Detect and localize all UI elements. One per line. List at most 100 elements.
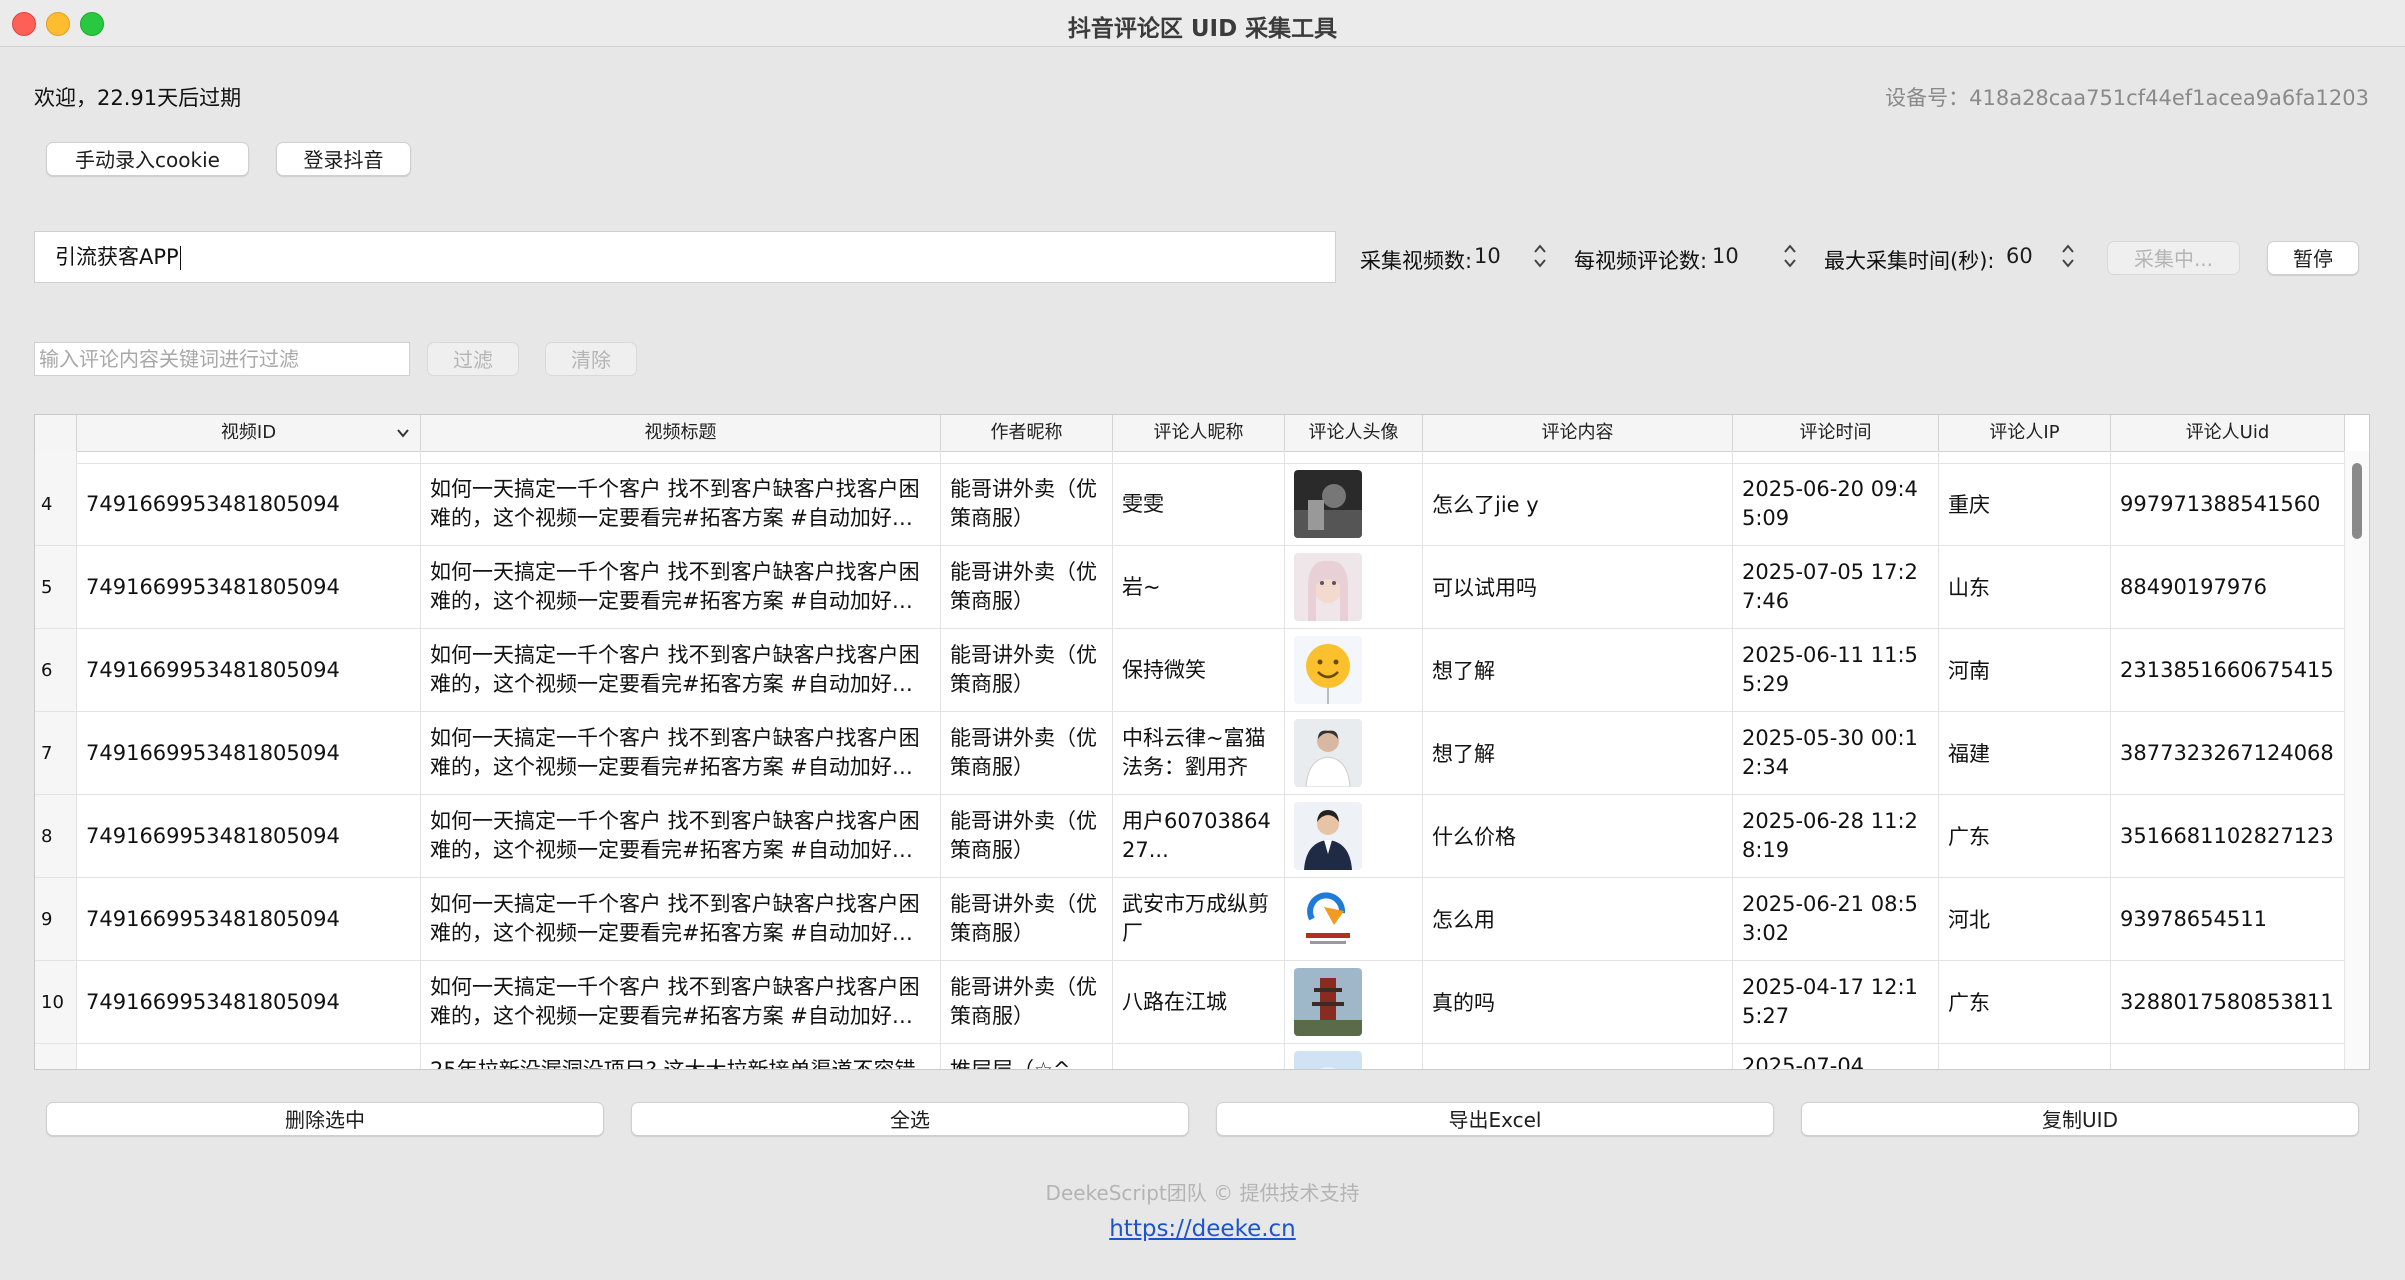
table-row[interactable]: 9 7491669953481805094 如何一天搞定一千个客户 找不到客户缺… — [35, 878, 2345, 961]
column-header-time[interactable]: 评论时间 — [1733, 415, 1939, 451]
avatar — [1294, 885, 1362, 953]
author-cell: 推层层（☆^— — [941, 1044, 1113, 1069]
row-index: 8 — [35, 795, 77, 877]
commenter-cell: 用户6070386427... — [1113, 795, 1285, 877]
column-label: 视频ID — [220, 422, 277, 443]
avatar-cell — [1285, 546, 1423, 628]
commenter-text: 雯雯 — [1122, 491, 1164, 516]
video-title-cell: 如何一天搞定一千个客户 找不到客户缺客户找客户困难的，这个视频一定要看完#拓客方… — [421, 712, 941, 794]
ip-cell — [1939, 1044, 2111, 1069]
commenter-text: 岩~ — [1122, 574, 1161, 599]
column-header-commenter[interactable]: 评论人昵称 — [1113, 415, 1285, 451]
author-cell: 能哥讲外卖（优策商服） — [941, 795, 1113, 877]
copy-uid-button[interactable]: 复制UID — [1801, 1102, 2359, 1136]
table-row[interactable]: 10 7491669953481805094 如何一天搞定一千个客户 找不到客户… — [35, 961, 2345, 1044]
welcome-text: 欢迎，22.91天后过期 — [34, 86, 242, 110]
video-title-text: 如何一天搞定一千个客户 找不到客户缺客户找客户困难的，这个视频一定要看完#拓客方… — [430, 643, 920, 696]
commenter-cell: 保持微笑 — [1113, 629, 1285, 711]
footer-credit: DeekeScript团队 © 提供技术支持 — [1045, 1181, 1360, 1205]
video-count-stepper[interactable] — [1531, 238, 1549, 276]
index-header — [35, 415, 77, 451]
title-bar: 抖音评论区 UID 采集工具 — [0, 0, 2405, 47]
column-header-video-title[interactable]: 视频标题 — [421, 415, 941, 451]
time-cell: 2025-06-20 09:45:09 — [1733, 463, 1939, 545]
video-count-field[interactable]: 10 — [1470, 240, 1526, 274]
filter-input[interactable]: 输入评论内容关键词进行过滤 — [34, 342, 410, 376]
comment-count-label: 每视频评论数: — [1574, 249, 1708, 273]
author-cell: 能哥讲外卖（优策商服） — [941, 712, 1113, 794]
ip-cell: 广东 — [1939, 961, 2111, 1043]
stepper-arrows-icon — [2062, 244, 2074, 268]
author-text: 能哥讲外卖（优策商服） — [950, 560, 1097, 613]
time-cell: 2025-06-11 11:55:29 — [1733, 629, 1939, 711]
avatar — [1294, 636, 1362, 704]
commenter-cell: 中科云律~富猫法务：劉用齐 — [1113, 712, 1285, 794]
avatar-cell — [1285, 1044, 1423, 1069]
time-text: 2025-04-17 12:15:27 — [1742, 975, 1918, 1028]
scrollbar-thumb[interactable] — [2352, 463, 2362, 539]
table-row[interactable]: 25年拉新没漏洞没项目? 这大大拉新接单渠道不容错 推层层（☆^— 2025-0… — [35, 1044, 2345, 1069]
video-id-cell: 7491669953481805094 — [77, 546, 421, 628]
comment-count-field[interactable]: 10 — [1708, 240, 1778, 274]
commenter-cell — [1113, 1044, 1285, 1069]
uid-cell: 93978654511 — [2111, 878, 2345, 960]
video-title-cell: 如何一天搞定一千个客户 找不到客户缺客户找客户困难的，这个视频一定要看完#拓客方… — [421, 546, 941, 628]
filter-button[interactable]: 过滤 — [427, 342, 519, 376]
table-row[interactable]: 4 7491669953481805094 如何一天搞定一千个客户 找不到客户缺… — [35, 463, 2345, 546]
time-text: 2025-06-28 11:28:19 — [1742, 809, 1918, 862]
table-row[interactable]: 5 7491669953481805094 如何一天搞定一千个客户 找不到客户缺… — [35, 546, 2345, 629]
delete-selected-button[interactable]: 删除选中 — [46, 1102, 604, 1136]
ip-cell: 河北 — [1939, 878, 2111, 960]
export-excel-button[interactable]: 导出Excel — [1216, 1102, 1774, 1136]
time-text: 2025-06-11 11:55:29 — [1742, 643, 1918, 696]
comment-count-stepper[interactable] — [1781, 238, 1799, 276]
manual-cookie-button[interactable]: 手动录入cookie — [46, 142, 249, 176]
author-cell: 能哥讲外卖（优策商服） — [941, 961, 1113, 1043]
content-cell: 怎么了jie y — [1423, 463, 1733, 545]
author-text: 能哥讲外卖（优策商服） — [950, 643, 1097, 696]
select-all-button[interactable]: 全选 — [631, 1102, 1189, 1136]
ip-cell: 广东 — [1939, 795, 2111, 877]
video-id-cell — [77, 1044, 421, 1069]
video-title-text: 如何一天搞定一千个客户 找不到客户缺客户找客户困难的，这个视频一定要看完#拓客方… — [430, 975, 920, 1028]
clear-button[interactable]: 清除 — [545, 342, 637, 376]
video-title-cell: 如何一天搞定一千个客户 找不到客户缺客户找客户困难的，这个视频一定要看完#拓客方… — [421, 629, 941, 711]
keyword-input[interactable]: 引流获客APP — [34, 231, 1336, 283]
collecting-button[interactable]: 采集中... — [2107, 241, 2240, 275]
max-time-stepper[interactable] — [2059, 238, 2077, 276]
avatar-cell — [1285, 463, 1423, 545]
video-id-cell: 7491669953481805094 — [77, 712, 421, 794]
content-cell: 怎么用 — [1423, 878, 1733, 960]
commenter-text: 八路在江城 — [1122, 989, 1227, 1014]
row-index: 6 — [35, 629, 77, 711]
row-index: 7 — [35, 712, 77, 794]
avatar-cell — [1285, 961, 1423, 1043]
column-header-video-id[interactable]: 视频ID — [77, 415, 421, 451]
content-cell: 真的吗 — [1423, 961, 1733, 1043]
table-row[interactable]: 8 7491669953481805094 如何一天搞定一千个客户 找不到客户缺… — [35, 795, 2345, 878]
text-caret — [179, 246, 181, 270]
device-id-text: 设备号：418a28caa751cf44ef1acea9a6fa1203 — [1885, 86, 2369, 110]
table-row[interactable]: 7 7491669953481805094 如何一天搞定一千个客户 找不到客户缺… — [35, 712, 2345, 795]
max-time-field[interactable]: 60 — [2002, 240, 2052, 274]
video-count-label: 采集视频数: — [1360, 249, 1473, 273]
column-header-ip[interactable]: 评论人IP — [1939, 415, 2111, 451]
author-text: 能哥讲外卖（优策商服） — [950, 975, 1097, 1028]
vertical-scrollbar[interactable] — [2344, 451, 2369, 1069]
column-header-content[interactable]: 评论内容 — [1423, 415, 1733, 451]
table-header: 视频ID 视频标题 作者昵称 评论人昵称 评论人头像 评论内容 评论时间 评论人… — [35, 415, 2345, 452]
video-title-cell: 如何一天搞定一千个客户 找不到客户缺客户找客户困难的，这个视频一定要看完#拓客方… — [421, 961, 941, 1043]
table-row[interactable]: 6 7491669953481805094 如何一天搞定一千个客户 找不到客户缺… — [35, 629, 2345, 712]
column-header-author[interactable]: 作者昵称 — [941, 415, 1113, 451]
login-douyin-button[interactable]: 登录抖音 — [276, 142, 411, 176]
pause-button[interactable]: 暂停 — [2267, 241, 2359, 275]
video-title-cell: 如何一天搞定一千个客户 找不到客户缺客户找客户困难的，这个视频一定要看完#拓客方… — [421, 878, 941, 960]
time-text: 2025-06-21 08:53:02 — [1742, 892, 1918, 945]
ip-cell: 重庆 — [1939, 463, 2111, 545]
commenter-cell: 武安市万成纵剪厂 — [1113, 878, 1285, 960]
time-text: 2025-06-20 09:45:09 — [1742, 477, 1918, 530]
video-id-cell: 7491669953481805094 — [77, 463, 421, 545]
website-link[interactable]: https://deeke.cn — [1109, 1216, 1296, 1242]
column-header-uid[interactable]: 评论人Uid — [2111, 415, 2345, 451]
column-header-avatar[interactable]: 评论人头像 — [1285, 415, 1423, 451]
